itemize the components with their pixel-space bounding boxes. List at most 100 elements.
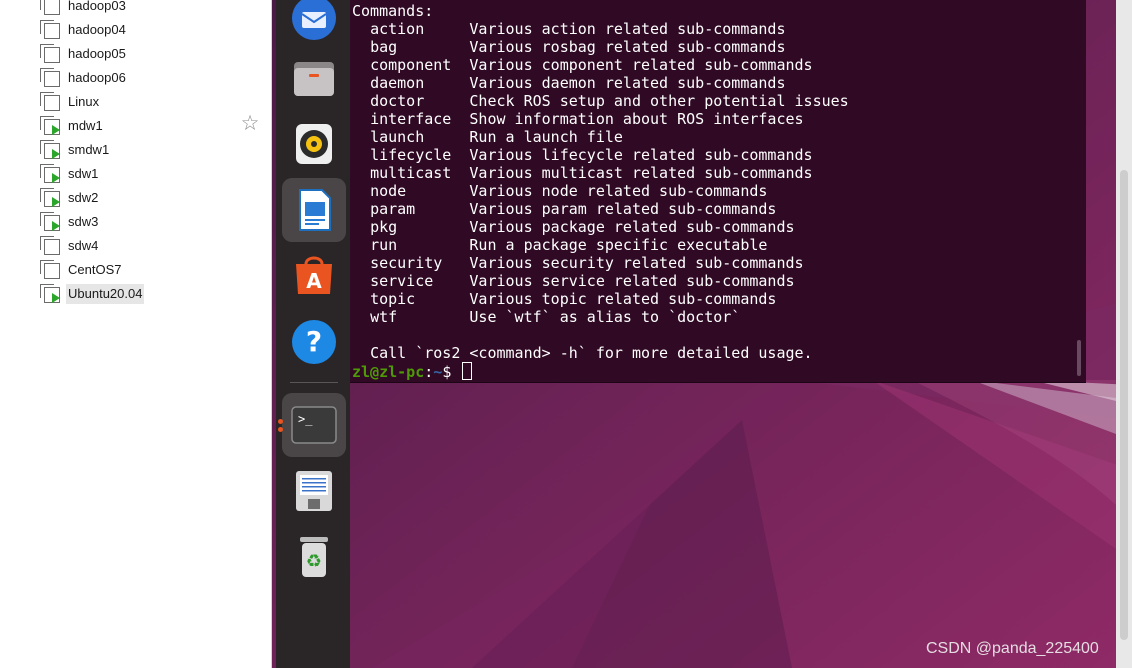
vm-list-item[interactable]: smdw1 xyxy=(0,136,271,160)
command-line: param Various param related sub-commands xyxy=(352,200,776,218)
vm-label: sdw1 xyxy=(68,166,99,181)
vm-running-icon xyxy=(40,116,60,135)
command-description: Various component related sub-commands xyxy=(469,56,813,74)
text-editor-icon[interactable] xyxy=(282,459,346,523)
star-outline-icon[interactable]: ☆ xyxy=(238,112,262,136)
command-description: Various daemon related sub-commands xyxy=(469,74,786,92)
vm-list-item[interactable]: Ubuntu20.04 xyxy=(0,280,271,304)
vm-list: hadoop03 hadoop04 hadoop05 hadoop06 Linux mdw… xyxy=(0,0,271,304)
prompt-separator: : xyxy=(424,363,434,381)
vm-label: sdw3 xyxy=(68,214,99,229)
command-line: topic Various topic related sub-commands xyxy=(352,290,776,308)
command-line: lifecycle Various lifecycle related sub-… xyxy=(352,146,813,164)
vm-icon xyxy=(40,0,60,15)
command-line: component Various component related sub-… xyxy=(352,56,813,74)
libreoffice-writer-icon[interactable] xyxy=(282,178,346,242)
app-center-icon[interactable]: A xyxy=(282,244,346,308)
command-description: Run a launch file xyxy=(469,128,623,146)
command-line: multicast Various multicast related sub-… xyxy=(352,164,813,182)
command-name: interface xyxy=(370,110,452,128)
thunderbird-icon[interactable] xyxy=(282,0,346,50)
prompt-symbol: $ xyxy=(442,363,452,381)
vm-list-item[interactable]: hadoop04 xyxy=(0,16,271,40)
vm-running-icon xyxy=(40,284,60,303)
prompt-user: zl@zl-pc xyxy=(352,363,425,381)
vm-running-icon xyxy=(40,188,60,207)
command-name: topic xyxy=(370,290,416,308)
terminal-scrollbar[interactable] xyxy=(1076,2,1082,380)
terminal-output: Commands: action Various action related … xyxy=(352,2,849,381)
scrollbar-thumb[interactable] xyxy=(1077,340,1081,376)
command-line: run Run a package specific executable xyxy=(352,236,767,254)
command-name: param xyxy=(370,200,416,218)
vm-list-item[interactable]: Linux xyxy=(0,88,271,112)
vm-label: hadoop04 xyxy=(68,22,126,37)
trash-icon[interactable]: ♻ xyxy=(282,525,346,589)
rhythmbox-icon[interactable] xyxy=(282,112,346,176)
command-description: Various node related sub-commands xyxy=(469,182,768,200)
vm-label: hadoop03 xyxy=(68,0,126,13)
vm-list-item[interactable]: sdw1 xyxy=(0,160,271,184)
vm-icon xyxy=(40,44,60,63)
files-icon[interactable] xyxy=(282,46,346,110)
vm-icon xyxy=(40,20,60,39)
command-line: interface Show information about ROS int… xyxy=(352,110,803,128)
vm-icon xyxy=(40,260,60,279)
command-name: service xyxy=(370,272,434,290)
command-description: Various action related sub-commands xyxy=(469,20,786,38)
vm-list-item[interactable]: hadoop06 xyxy=(0,64,271,88)
text-cursor[interactable] xyxy=(462,362,473,380)
vm-label: hadoop06 xyxy=(68,70,126,85)
command-name: bag xyxy=(370,38,398,56)
vm-running-icon xyxy=(40,212,60,231)
vm-list-item[interactable]: sdw3 xyxy=(0,208,271,232)
watermark: CSDN @panda_225400 xyxy=(926,640,1099,657)
command-name: component xyxy=(370,56,452,74)
command-line: security Various security related sub-co… xyxy=(352,254,804,272)
vm-label: smdw1 xyxy=(68,142,110,157)
vm-label: Ubuntu20.04 xyxy=(66,284,145,304)
vm-list-item[interactable]: sdw2 xyxy=(0,184,271,208)
vm-icon xyxy=(40,236,60,255)
terminal-icon[interactable]: >_ xyxy=(282,393,346,457)
help-icon[interactable]: ? xyxy=(282,310,346,374)
command-line: wtf Use `wtf` as alias to `doctor` xyxy=(352,308,740,326)
vm-list-item[interactable]: hadoop05 xyxy=(0,40,271,64)
window-scrollbar[interactable] xyxy=(1116,0,1132,668)
vm-display[interactable]: A ? >_ ♻ Commands: action Various action… xyxy=(272,0,1132,668)
prompt-path: ~ xyxy=(433,363,443,381)
command-line: service Various service related sub-comm… xyxy=(352,272,795,290)
dock: A ? >_ ♻ xyxy=(276,0,350,668)
command-name: lifecycle xyxy=(370,146,452,164)
vm-list-item[interactable]: sdw4 xyxy=(0,232,271,256)
command-line: pkg Various package related sub-commands xyxy=(352,218,794,236)
command-description: Various rosbag related sub-commands xyxy=(469,38,786,56)
command-name: launch xyxy=(370,128,425,146)
command-line: daemon Various daemon related sub-comman… xyxy=(352,74,785,92)
svg-text:?: ? xyxy=(306,325,322,358)
vm-library-panel: hadoop03 hadoop04 hadoop05 hadoop06 Linux mdw… xyxy=(0,0,272,668)
command-line: action Various action related sub-comman… xyxy=(352,20,785,38)
command-description: Various lifecycle related sub-commands xyxy=(469,146,813,164)
command-name: run xyxy=(370,236,398,254)
command-description: Various topic related sub-commands xyxy=(469,290,777,308)
command-description: Various service related sub-commands xyxy=(469,272,795,290)
scrollbar-thumb[interactable] xyxy=(1120,170,1128,640)
svg-text:>_: >_ xyxy=(298,412,313,426)
command-line: doctor Check ROS setup and other potenti… xyxy=(352,92,849,110)
vm-list-item[interactable]: CentOS7 xyxy=(0,256,271,280)
vm-list-item[interactable]: mdw1 xyxy=(0,112,271,136)
command-description: Various multicast related sub-commands xyxy=(469,164,813,182)
command-name: node xyxy=(370,182,407,200)
commands-heading: Commands: xyxy=(352,2,434,20)
command-description: Use `wtf` as alias to `doctor` xyxy=(469,308,741,326)
vm-list-item[interactable]: hadoop03 xyxy=(0,0,271,16)
vm-label: sdw4 xyxy=(68,238,99,253)
vm-icon xyxy=(40,92,60,111)
vm-label: Linux xyxy=(68,94,100,109)
command-description: Various security related sub-commands xyxy=(469,254,804,272)
command-name: wtf xyxy=(370,308,398,326)
command-description: Various param related sub-commands xyxy=(469,200,777,218)
command-description: Run a package specific executable xyxy=(469,236,768,254)
terminal-window[interactable]: Commands: action Various action related … xyxy=(350,0,1086,383)
